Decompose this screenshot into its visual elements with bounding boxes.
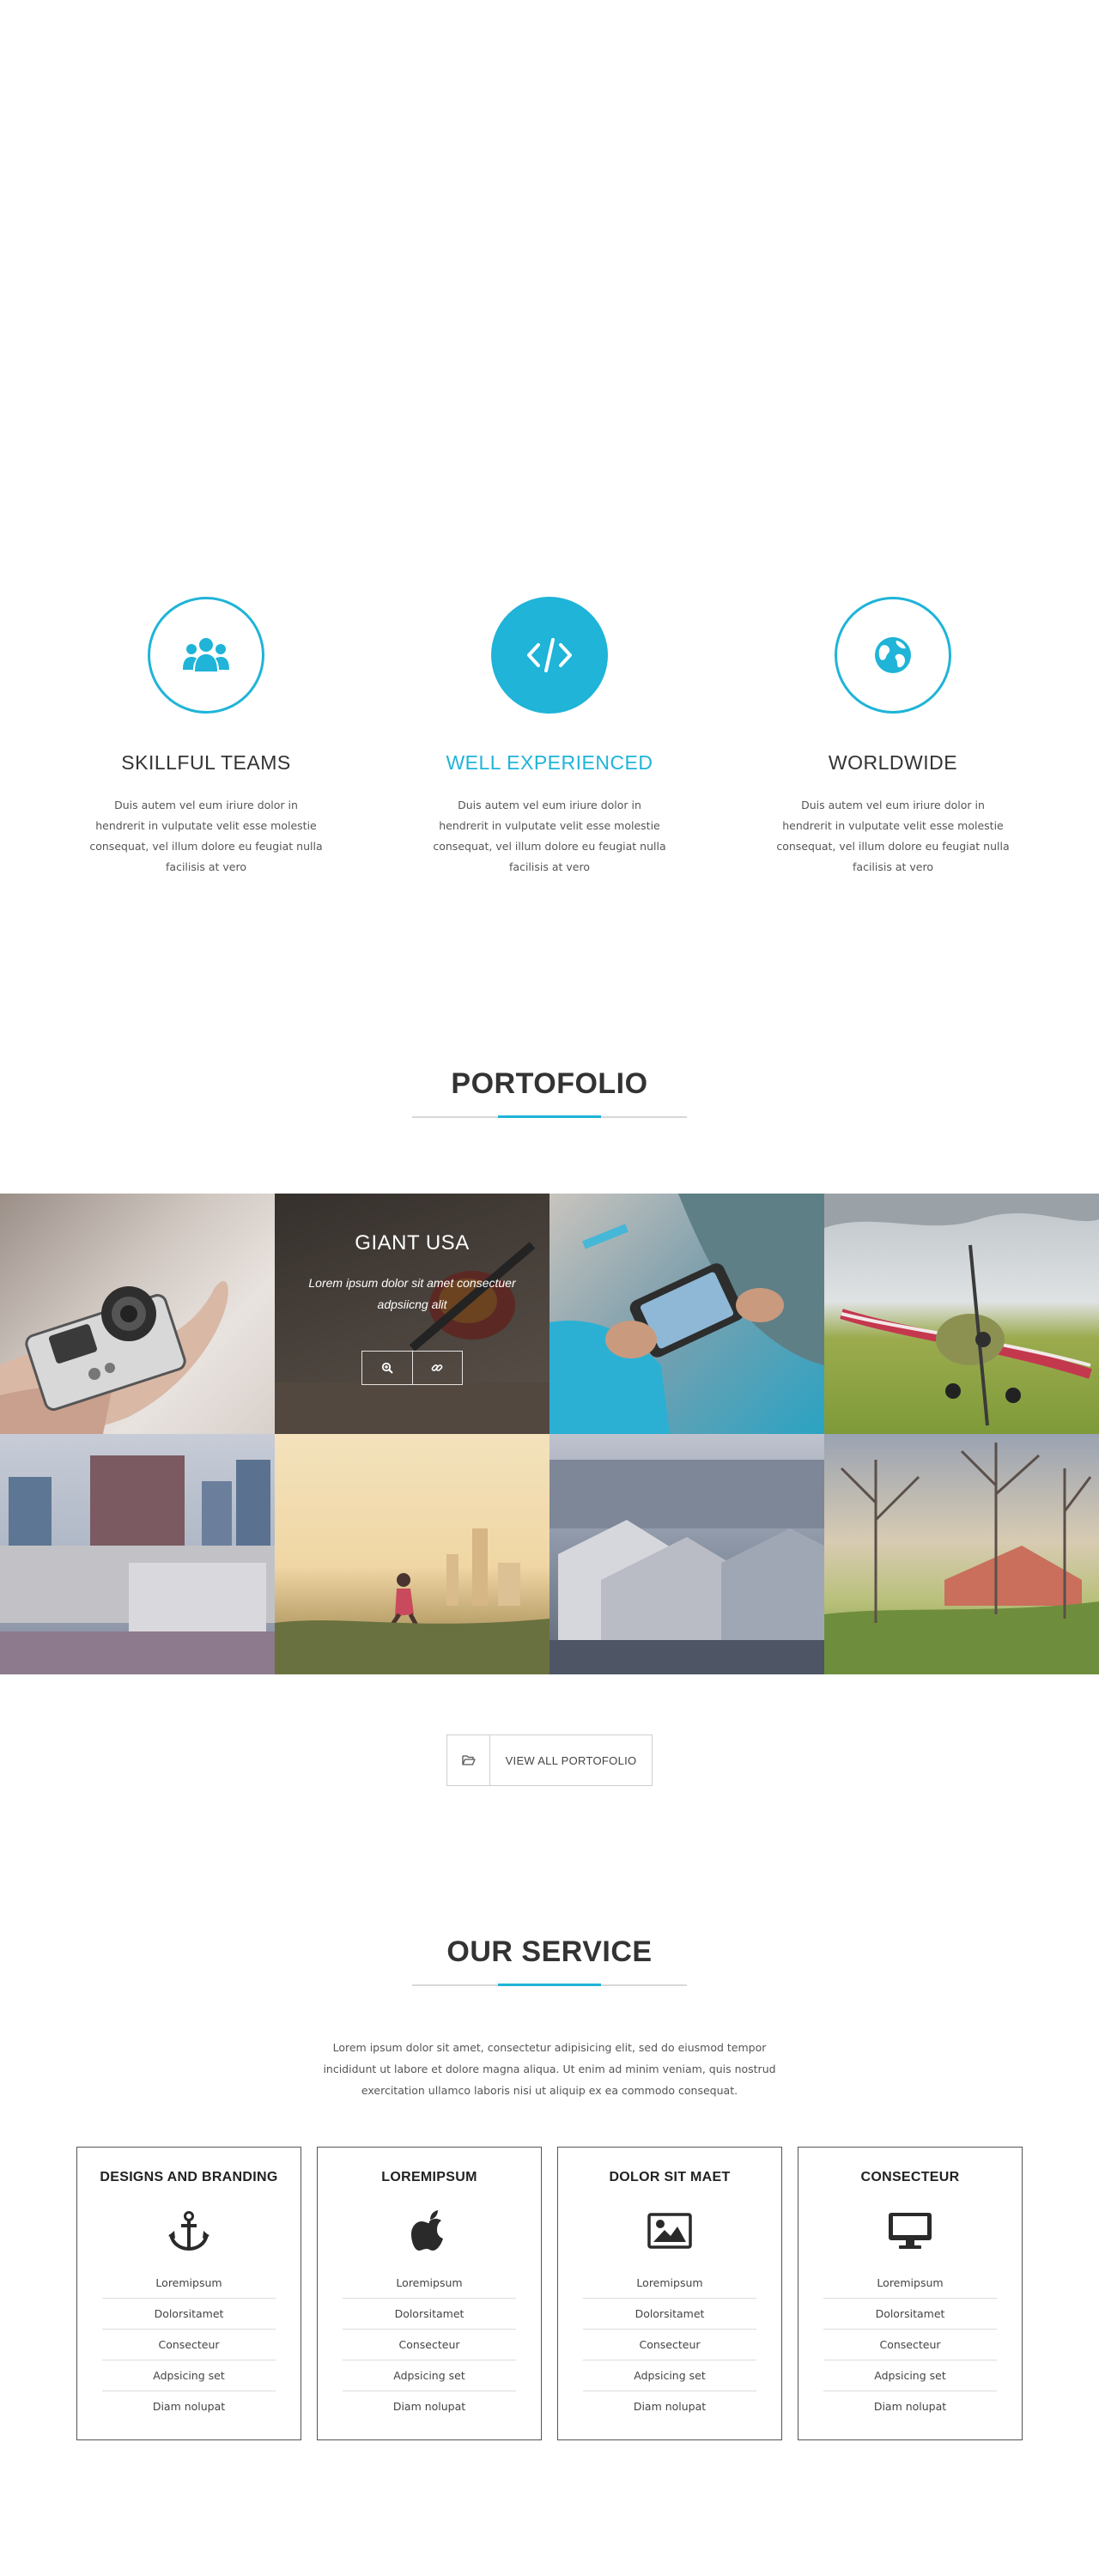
feature-icon-circle [148, 597, 264, 714]
phone-photo [550, 1194, 824, 1434]
trees-photo [824, 1443, 1099, 1674]
card-icon-wrap [558, 2209, 781, 2252]
anchor-icon [168, 2211, 209, 2251]
service-card-dolor-sit-maet[interactable]: DOLOR SIT MAET Loremipsum Dolorsitamet C… [557, 2147, 782, 2440]
rooftops-photo [550, 1460, 824, 1674]
feature-title: SKILLFUL TEAMS [121, 751, 291, 774]
monitor-icon [889, 2213, 932, 2249]
service-card-consecteur[interactable]: CONSECTEUR Loremipsum Dolorsitamet Conse… [798, 2147, 1023, 2440]
camera-photo [0, 1280, 228, 1434]
card-title: DOLOR SIT MAET [609, 2170, 731, 2184]
portfolio-tile-trees[interactable] [824, 1434, 1099, 1674]
portfolio-tile-rooftops[interactable] [550, 1434, 824, 1674]
feature-text: Duis autem vel eum iriure dolor in hendr… [433, 799, 666, 873]
card-icon-wrap [318, 2209, 541, 2252]
card-icon-wrap [77, 2209, 301, 2252]
list-item: Diam nolupat [392, 2400, 466, 2413]
list-item: Adpsicing set [102, 2360, 276, 2391]
feature-icon-circle [491, 597, 608, 714]
portfolio-title: PORTOFOLIO [451, 1067, 648, 1100]
city-photo [0, 1455, 275, 1674]
portfolio-hover-overlay: GIANT USA Lorem ipsum dolor sit amet con… [275, 1194, 550, 1434]
apple-icon [411, 2210, 443, 2251]
folder-open-icon [461, 1755, 476, 1765]
service-intro: Lorem ipsum dolor sit amet, consectetur … [323, 2041, 776, 2097]
features-section: SKILLFUL TEAMS Duis autem vel eum iriure… [0, 597, 1099, 880]
portfolio-tile-featured[interactable]: GIANT USA Lorem ipsum dolor sit amet con… [275, 1194, 550, 1434]
portfolio-tile-phone[interactable] [550, 1194, 824, 1434]
list-item: Adpsicing set [343, 2360, 516, 2391]
service-header: OUR SERVICE [0, 1935, 1099, 1986]
list-item: Consecteur [102, 2330, 276, 2360]
card-feature-list: Loremipsum Dolorsitamet Consecteur Adpsi… [823, 2268, 997, 2422]
list-item: Loremipsum [823, 2268, 997, 2299]
list-item: Consecteur [343, 2330, 516, 2360]
portfolio-tile-runner[interactable] [275, 1434, 550, 1674]
list-item: Adpsicing set [583, 2360, 756, 2391]
list-item: Loremipsum [102, 2268, 276, 2299]
list-item: Diam nolupat [873, 2400, 947, 2413]
portfolio-tile-camera[interactable] [0, 1194, 275, 1434]
card-feature-list: Loremipsum Dolorsitamet Consecteur Adpsi… [583, 2268, 756, 2422]
service-card-loremipsum[interactable]: LOREMIPSUM Loremipsum Dolorsitamet Conse… [317, 2147, 542, 2440]
va-icon-cell [447, 1735, 490, 1785]
globe-icon [875, 637, 911, 673]
feature-title: WORLDWIDE [828, 751, 958, 774]
card-feature-list: Loremipsum Dolorsitamet Consecteur Adpsi… [102, 2268, 276, 2422]
feature-title: WELL EXPERIENCED [446, 751, 653, 774]
service-title: OUR SERVICE [446, 1935, 653, 1968]
portfolio-header: PORTOFOLIO [0, 1067, 1099, 1118]
list-item: Loremipsum [583, 2268, 756, 2299]
list-item: Diam nolupat [152, 2400, 226, 2413]
portfolio-item-actions [361, 1351, 463, 1385]
feature-skillful-teams: SKILLFUL TEAMS Duis autem vel eum iriure… [69, 597, 343, 878]
portfolio-item-title: GIANT USA [355, 1231, 470, 1255]
users-icon [183, 638, 229, 671]
card-feature-list: Loremipsum Dolorsitamet Consecteur Adpsi… [343, 2268, 516, 2422]
list-item: Dolorsitamet [343, 2299, 516, 2330]
service-card-designs-branding[interactable]: DESIGNS AND BRANDING Loremipsum Dolorsit… [76, 2147, 301, 2440]
list-item: Diam nolupat [633, 2400, 707, 2413]
card-title: CONSECTEUR [860, 2170, 960, 2184]
airplane-photo [824, 1194, 1099, 1426]
zoom-in-icon [381, 1362, 393, 1374]
service-cards: DESIGNS AND BRANDING Loremipsum Dolorsit… [76, 2147, 1023, 2440]
code-icon [527, 638, 572, 672]
list-item: Dolorsitamet [102, 2299, 276, 2330]
feature-worldwide: WORLDWIDE Duis autem vel eum iriure dolo… [756, 597, 1030, 878]
link-button[interactable] [411, 1352, 463, 1384]
portfolio-tile-city[interactable] [0, 1434, 275, 1674]
title-divider [412, 1984, 687, 1986]
portfolio-tile-airplane[interactable] [824, 1194, 1099, 1434]
portfolio-item-desc: Lorem ipsum dolor sit amet consectuer ad… [308, 1276, 516, 1311]
card-title: LOREMIPSUM [381, 2170, 477, 2184]
card-title: DESIGNS AND BRANDING [100, 2170, 278, 2184]
list-item: Dolorsitamet [583, 2299, 756, 2330]
list-item: Adpsicing set [823, 2360, 997, 2391]
list-item: Consecteur [823, 2330, 997, 2360]
portfolio-grid: GIANT USA Lorem ipsum dolor sit amet con… [0, 1194, 1099, 1674]
list-item: Consecteur [583, 2330, 756, 2360]
title-divider [412, 1115, 687, 1118]
feature-icon-circle [835, 597, 951, 714]
list-item: Loremipsum [343, 2268, 516, 2299]
link-icon [431, 1364, 443, 1371]
view-all-portfolio-button[interactable]: VIEW ALL PORTOFOLIO [446, 1735, 653, 1786]
view-all-label: VIEW ALL PORTOFOLIO [505, 1753, 637, 1767]
feature-well-experienced: WELL EXPERIENCED Duis autem vel eum iriu… [412, 597, 687, 878]
feature-text: Duis autem vel eum iriure dolor in hendr… [776, 799, 1010, 873]
card-icon-wrap [798, 2209, 1022, 2252]
list-item: Dolorsitamet [823, 2299, 997, 2330]
image-icon [647, 2213, 692, 2249]
runner-photo [275, 1528, 550, 1674]
feature-text: Duis autem vel eum iriure dolor in hendr… [89, 799, 323, 873]
zoom-button[interactable] [362, 1352, 412, 1384]
